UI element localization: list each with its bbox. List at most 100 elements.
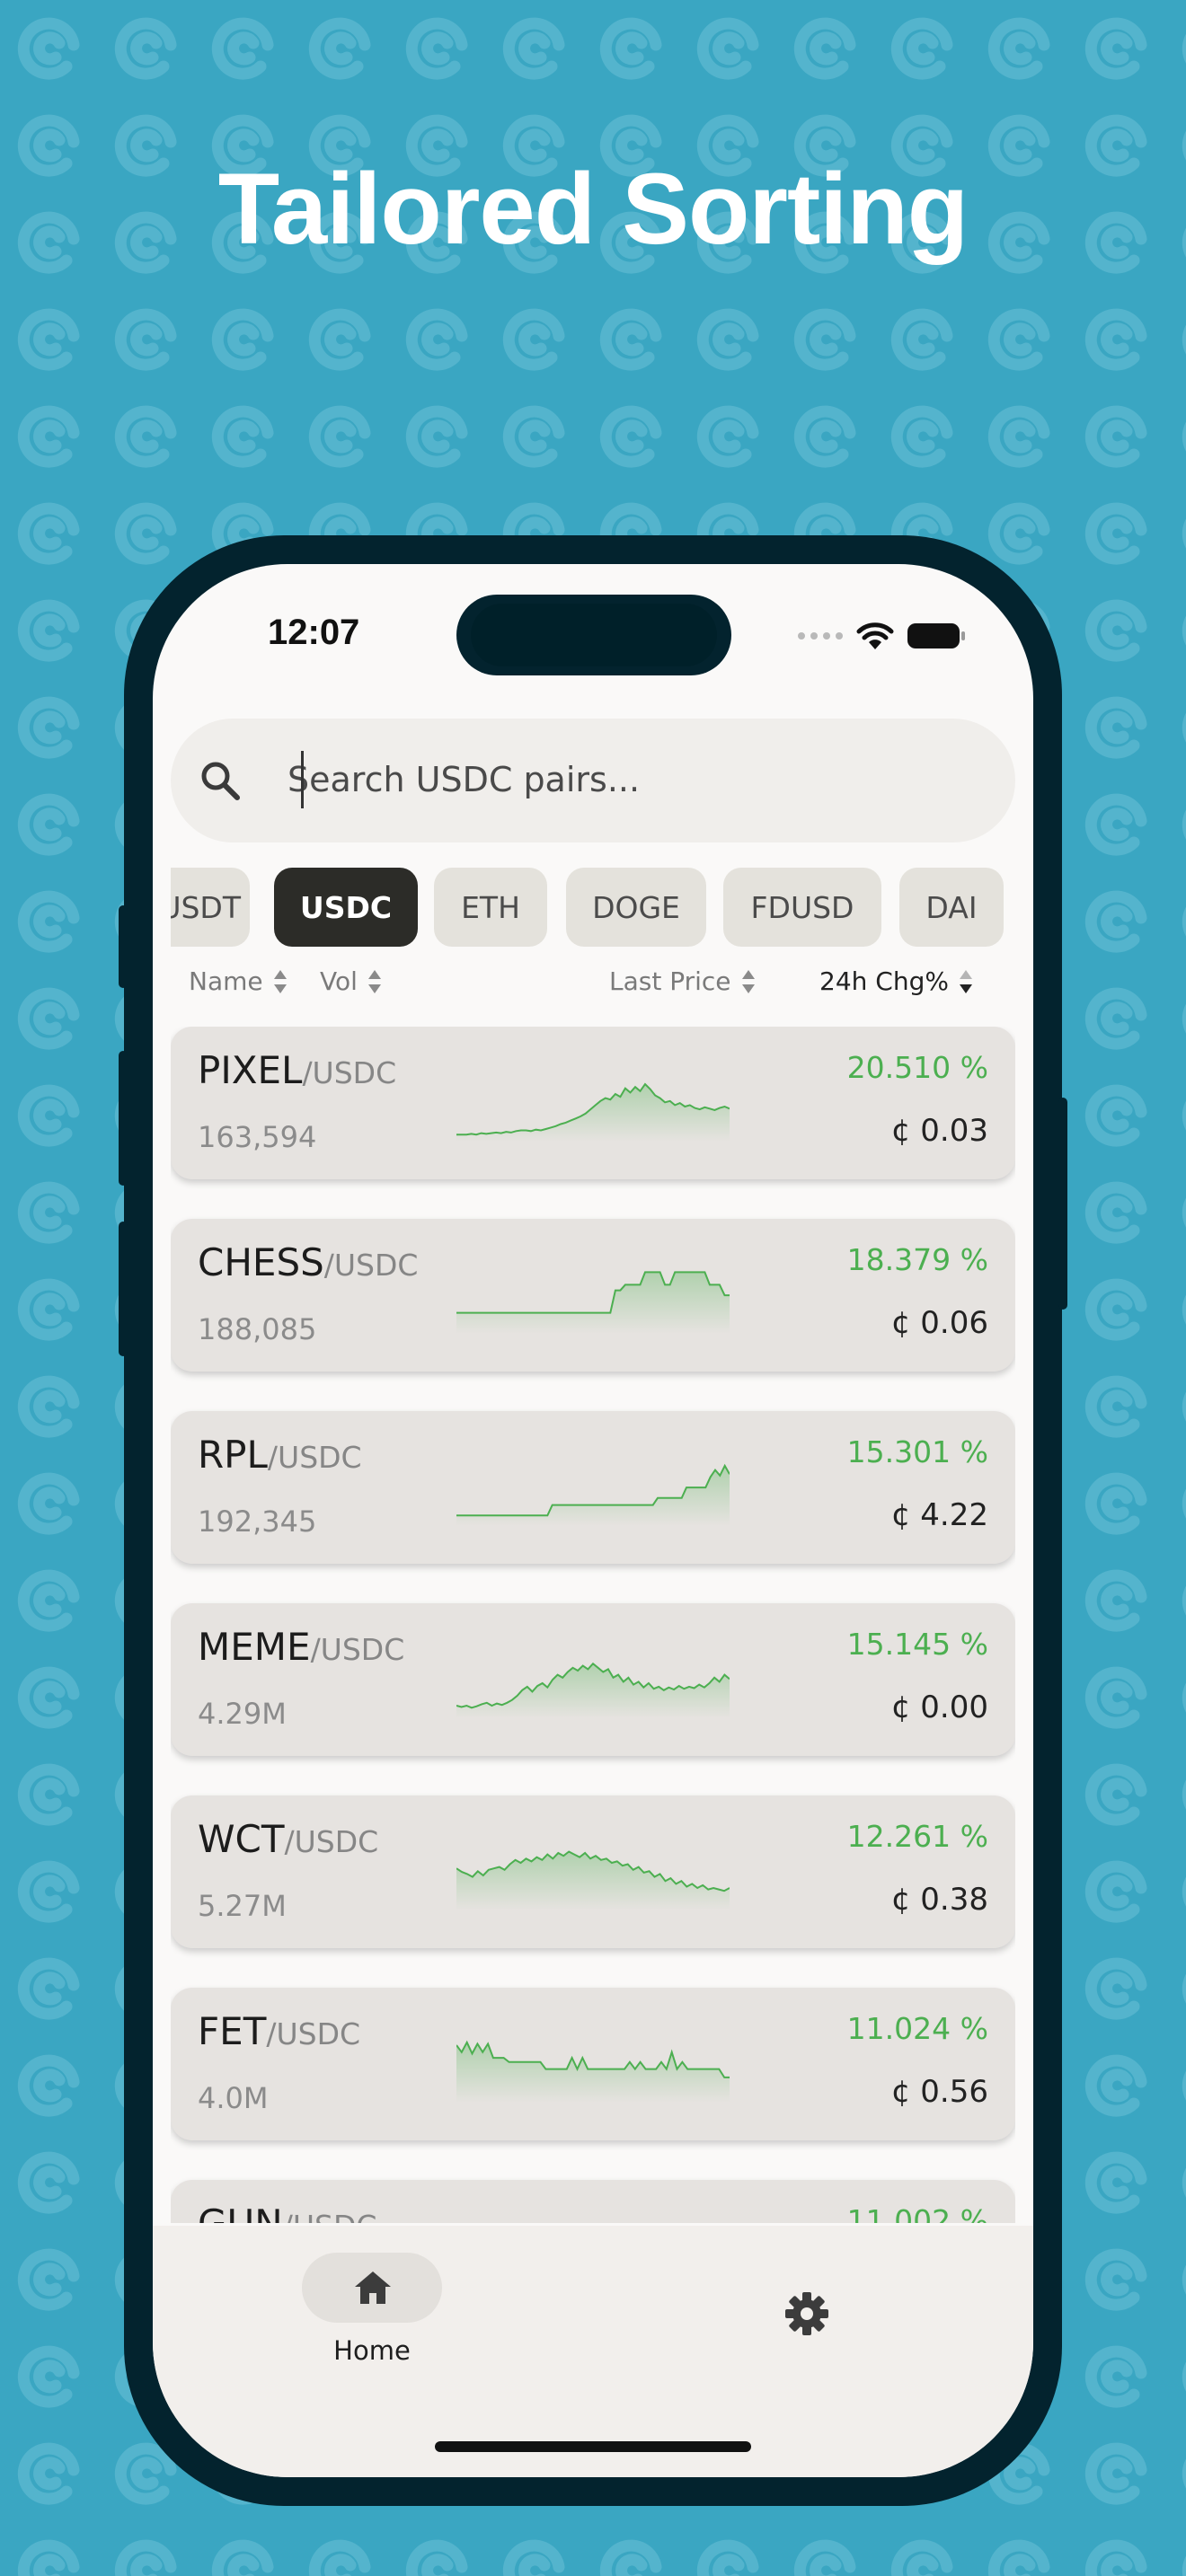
sort-arrows-icon [741,969,755,993]
sparkline-chart [456,2040,730,2103]
pair-base: MEME [198,1625,311,1669]
pair-price: ¢ 0.56 [890,2074,988,2110]
pair-quote: /USDC [302,1055,397,1090]
pair-symbol: WCT/USDC [198,1817,378,1861]
pair-volume: 188,085 [198,1312,317,1346]
home-icon [355,2272,391,2304]
pair-symbol: MEME/USDC [198,1625,404,1669]
pair-change: 12.261 % [846,1819,988,1854]
battery-icon [907,623,965,648]
sort-arrows-icon [367,969,381,993]
side-button-volume-down [119,1222,128,1356]
pair-quote: /USDC [283,2209,377,2223]
pair-card[interactable]: FET/USDC 4.0M 11.024 % ¢ 0.56 [171,1988,1015,2140]
pair-symbol: FET/USDC [198,2009,360,2053]
sort-arrows-icon [273,969,287,993]
sort-name-label: Name [189,966,263,996]
nav-home-label: Home [333,2335,411,2366]
pair-price: ¢ 0.00 [890,1689,988,1725]
pair-list[interactable]: PIXEL/USDC 163,594 20.510 % ¢ 0.03 CHESS… [171,1027,1015,2223]
search-icon [201,762,240,800]
sparkline-chart [456,1082,730,1142]
sort-vol-label: Vol [320,966,358,996]
search-input[interactable] [288,754,970,805]
chip-doge[interactable]: DOGE [566,868,706,947]
sparkline-area [456,1272,730,1334]
pair-price: ¢ 0.38 [890,1882,988,1918]
sort-last-price[interactable]: Last Price [609,966,757,996]
sparkline-area [456,2042,730,2103]
status-icons [798,618,965,654]
sort-vol[interactable]: Vol [320,966,383,996]
search-bar[interactable] [171,719,1015,842]
pair-volume: 163,594 [198,1120,317,1154]
wifi-icon [856,622,894,649]
chip-eth[interactable]: ETH [434,868,547,947]
text-caret [301,751,304,808]
chip-usdt[interactable]: USDT [171,868,250,947]
pair-quote: /USDC [267,1440,362,1475]
pair-price: ¢ 4.22 [890,1497,988,1533]
sort-bar: Name Vol Last Price 24h Chg% [171,966,1015,1011]
pair-card[interactable]: GUN/USDC 11.002 % [171,2180,1015,2223]
pair-card[interactable]: RPL/USDC 192,345 15.301 % ¢ 4.22 [171,1411,1015,1564]
pair-quote: /USDC [284,1824,379,1859]
sparkline-chart [456,1463,730,1526]
sort-name[interactable]: Name [189,966,288,996]
pair-symbol: CHESS/USDC [198,1240,418,1284]
side-button-action [119,905,128,988]
pair-change: 18.379 % [846,1242,988,1277]
pair-volume: 4.29M [198,1697,287,1731]
pair-quote: /USDC [323,1248,419,1283]
pair-base: FET [198,2009,267,2053]
sort-desc-arrow-icon [959,969,972,993]
app-screen: 12:07 USDT USDC ETH DOGE FDUSD DAI Name [153,564,1033,2477]
quote-asset-chips: USDT USDC ETH DOGE FDUSD DAI [171,868,1015,948]
sparkline-chart [456,1271,730,1334]
status-time: 12:07 [268,613,360,652]
sort-change-label: 24h Chg% [819,966,949,996]
sparkline-area [456,1851,730,1910]
home-indicator [435,2441,751,2452]
sparkline-chart [456,1662,730,1718]
sparkline-area [456,1663,730,1718]
pair-volume: 4.0M [198,2081,269,2115]
pair-base: PIXEL [198,1048,303,1092]
bottom-nav: Home [153,2226,1033,2477]
chip-usdc[interactable]: USDC [274,868,418,947]
pair-base: RPL [198,1433,268,1477]
pair-symbol: PIXEL/USDC [198,1048,396,1092]
chip-dai[interactable]: DAI [899,868,1004,947]
pair-volume: 192,345 [198,1504,317,1539]
pair-change: 15.301 % [846,1434,988,1469]
signal-dots-icon [798,632,843,640]
pair-card[interactable]: WCT/USDC 5.27M 12.261 % ¢ 0.38 [171,1795,1015,1948]
pair-change: 11.002 % [846,2203,988,2223]
pair-change: 11.024 % [846,2011,988,2046]
sort-last-price-label: Last Price [609,966,731,996]
chip-fdusd[interactable]: FDUSD [723,868,881,947]
sparkline-area [456,1465,730,1526]
pair-price: ¢ 0.03 [890,1113,988,1149]
pair-card[interactable]: PIXEL/USDC 163,594 20.510 % ¢ 0.03 [171,1027,1015,1179]
side-button-power [1058,1098,1067,1310]
pair-base: WCT [198,1817,285,1861]
pair-quote: /USDC [266,2016,361,2051]
pair-volume: 5.27M [198,1889,287,1923]
pair-base: GUN [198,2201,283,2223]
pair-quote: /USDC [310,1632,405,1667]
pair-change: 20.510 % [846,1050,988,1085]
side-button-volume-up [119,1051,128,1186]
pair-symbol: GUN/USDC [198,2201,376,2223]
pair-card[interactable]: MEME/USDC 4.29M 15.145 % ¢ 0.00 [171,1603,1015,1756]
headline: Tailored Sorting [217,153,969,265]
pair-change: 15.145 % [846,1627,988,1662]
pair-price: ¢ 0.06 [890,1305,988,1341]
pair-base: CHESS [198,1240,324,1284]
pair-symbol: RPL/USDC [198,1433,362,1477]
dynamic-island [456,595,731,675]
gear-icon[interactable] [783,2290,830,2337]
sparkline-chart [456,1850,730,1910]
sort-change[interactable]: 24h Chg% [819,966,974,996]
pair-card[interactable]: CHESS/USDC 188,085 18.379 % ¢ 0.06 [171,1219,1015,1372]
